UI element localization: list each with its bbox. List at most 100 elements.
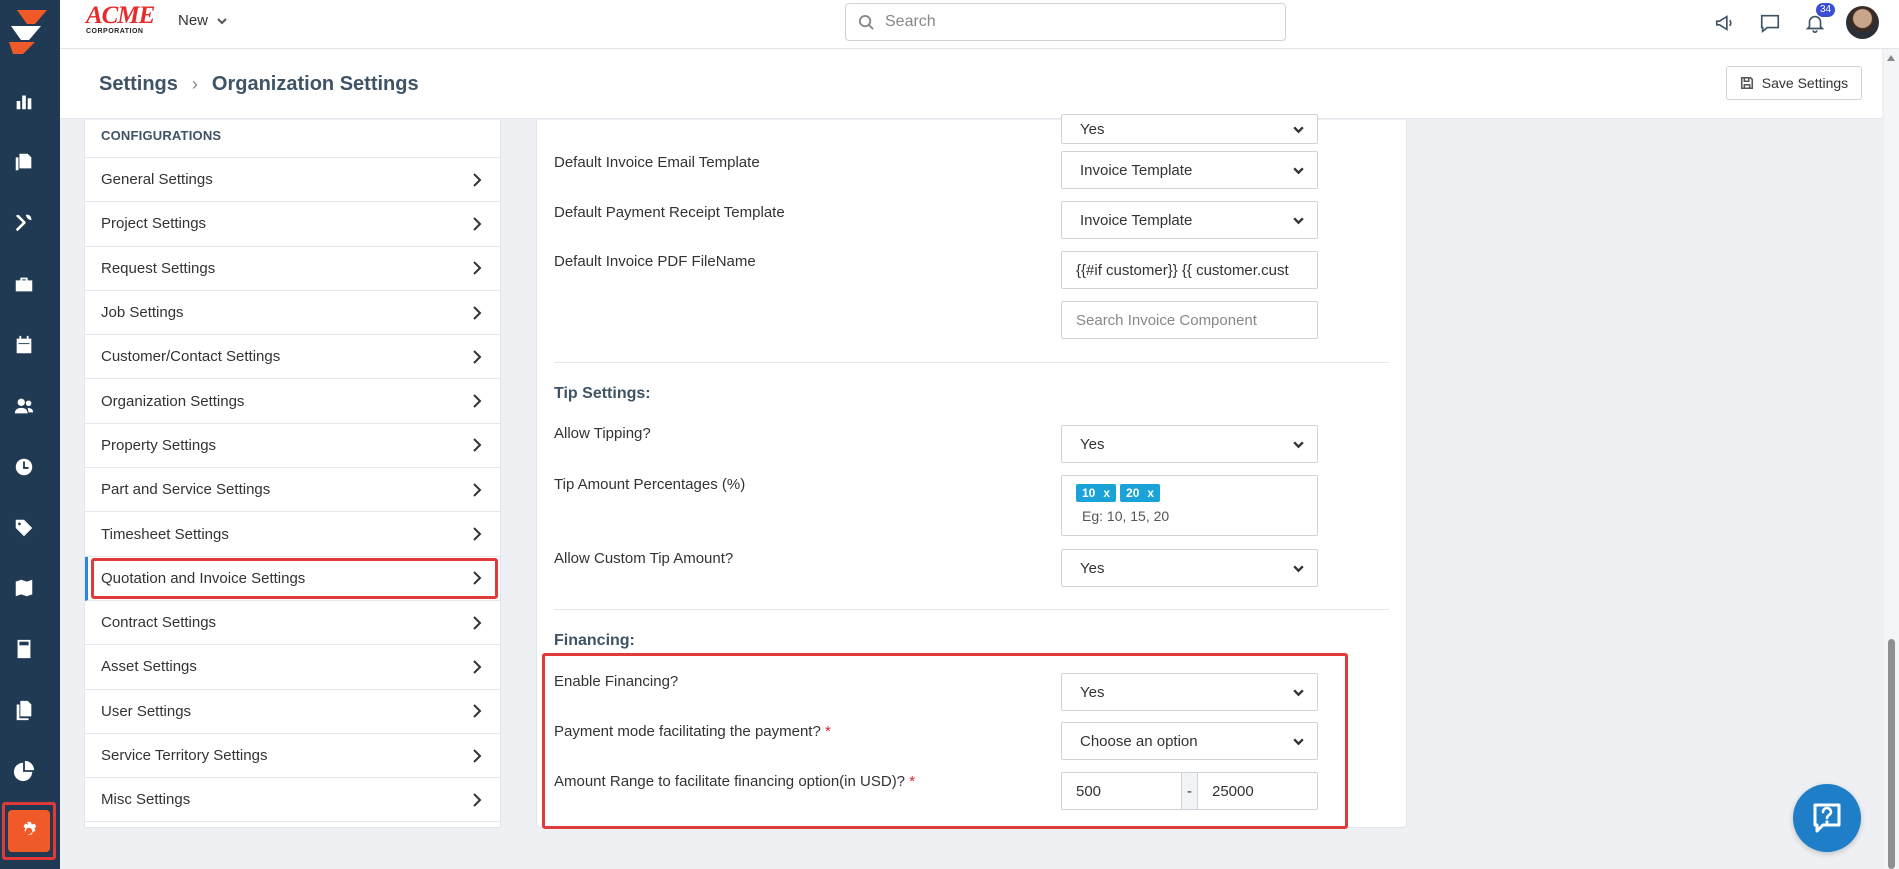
settings-category-label: Contract Settings [101,614,217,632]
partial-setting-select[interactable]: Yes [1061,114,1318,144]
enable-financing-label: Enable Financing? [554,673,679,690]
search-input[interactable] [885,13,1265,31]
reports-icon[interactable] [12,89,36,113]
pie-chart-icon[interactable] [12,759,36,783]
chevron-right-icon [473,350,482,364]
settings-category-item[interactable]: Contract Settings [85,601,500,646]
tip-percentages-input[interactable]: 10 x 20 x Eg: 10, 15, 20 [1061,475,1318,536]
settings-category-item[interactable]: General Settings [85,158,500,203]
save-settings-button[interactable]: Save Settings [1726,66,1862,100]
settings-category-label: Project Settings [101,215,207,233]
chevron-down-icon [1293,216,1304,224]
remove-tag-icon[interactable]: x [1103,486,1110,500]
chevron-right-icon [473,305,482,320]
tag-value: 20 [1126,486,1140,500]
notifications-bell-icon[interactable]: 34 [1802,3,1836,36]
settings-nav-highlight[interactable] [2,802,56,860]
tip-tag: 20 x [1120,484,1161,502]
top-bar: ACME CORPORATION New 34 [60,0,1899,49]
receipt-template-select[interactable]: Invoice Template [1061,201,1318,239]
breadcrumb: Settings › Organization Settings [99,73,419,96]
settings-category-item[interactable]: Timesheet Settings [85,512,500,557]
enable-financing-select[interactable]: Yes [1061,673,1318,711]
settings-category-item[interactable]: Part and Service Settings [85,468,500,513]
range-separator: - [1182,773,1198,809]
breadcrumb-settings-link[interactable]: Settings [99,73,178,96]
settings-category-item[interactable]: Customer/Contact Settings [85,335,500,380]
payment-mode-label: Payment mode facilitating the payment? * [554,723,831,740]
brand-logo[interactable]: ACME CORPORATION [86,2,158,36]
select-value: Yes [1080,683,1105,701]
settings-category-item[interactable]: Project Settings [85,202,500,247]
scroll-up-arrow-icon[interactable] [1887,55,1895,61]
jobs-briefcase-icon[interactable] [12,272,36,296]
new-label: New [178,12,209,29]
settings-category-item[interactable]: User Settings [85,690,500,734]
settings-category-item[interactable]: Misc Settings [85,778,500,823]
chevron-right-icon [473,217,482,231]
settings-category-item[interactable]: Quotation and Invoice Settings [85,556,500,601]
documents-icon[interactable] [12,150,36,174]
select-value: Yes [1080,435,1105,453]
brand-name: ACME [86,2,155,29]
brand-sub: CORPORATION [86,28,144,35]
settings-category-item[interactable]: Request Settings [85,247,500,291]
settings-category-item[interactable]: Service Territory Settings [85,734,500,779]
tag-value: 10 [1082,486,1096,500]
chevron-down-icon [1293,440,1304,448]
pdf-filename-label: Default Invoice PDF FileName [554,253,756,270]
allow-tipping-select[interactable]: Yes [1061,425,1318,463]
payment-mode-label-text: Payment mode facilitating the payment? [554,723,821,740]
payment-mode-select[interactable]: Choose an option [1061,722,1318,760]
section-divider [554,362,1389,363]
pdf-filename-input[interactable]: {{#if customer}} {{ customer.cust [1061,251,1318,289]
files-icon[interactable] [12,698,36,722]
calendar-icon[interactable] [12,333,36,357]
chevron-down-icon [1293,125,1304,133]
settings-category-label: Misc Settings [101,791,191,809]
scrollbar-thumb[interactable] [1888,639,1895,869]
breadcrumb-separator-icon: › [191,74,198,94]
chevron-right-icon [473,394,482,408]
amount-range-label: Amount Range to facilitate financing opt… [554,773,915,790]
page-scrollbar[interactable] [1884,49,1899,869]
chevron-right-icon [473,793,482,807]
financing-title: Financing: [554,632,635,649]
global-search[interactable] [845,3,1286,41]
settings-category-item[interactable]: Job Settings [85,291,500,336]
map-icon[interactable] [12,576,36,600]
tools-icon[interactable] [12,211,36,235]
tag-icon[interactable] [12,516,36,540]
help-chat-button[interactable] [1793,784,1861,852]
user-avatar[interactable] [1846,6,1879,39]
chevron-right-icon [473,438,482,453]
select-value: Yes [1080,120,1105,138]
messages-chat-icon[interactable] [1757,10,1783,36]
remove-tag-icon[interactable]: x [1147,486,1154,500]
receipt-template-label: Default Payment Receipt Template [554,204,785,221]
page-header: Settings › Organization Settings Save Se… [60,49,1882,119]
email-template-select[interactable]: Invoice Template [1061,151,1318,189]
section-divider [554,609,1389,610]
new-button[interactable]: New [178,12,228,29]
settings-category-label: Organization Settings [101,392,245,410]
amount-max-input[interactable]: 25000 [1198,773,1317,809]
chevron-down-icon [217,17,227,24]
clock-icon[interactable] [12,455,36,479]
invoice-component-search[interactable]: Search Invoice Component [1061,301,1318,339]
settings-category-item[interactable]: Asset Settings [85,645,500,690]
settings-category-item[interactable]: Property Settings [85,424,500,469]
app-logo-icon[interactable] [5,6,51,56]
announcements-megaphone-icon[interactable] [1712,10,1738,36]
settings-category-label: Part and Service Settings [101,481,271,499]
custom-tip-label: Allow Custom Tip Amount? [554,550,734,567]
custom-tip-select[interactable]: Yes [1061,549,1318,587]
amount-min-input[interactable]: 500 [1062,773,1182,809]
users-icon[interactable] [12,394,36,418]
save-icon [1740,76,1753,90]
calculator-icon[interactable] [12,637,36,661]
amount-range-label-text: Amount Range to facilitate financing opt… [554,773,906,790]
settings-gear-icon[interactable] [8,810,50,852]
tip-tag: 10 x [1076,484,1117,502]
settings-category-item[interactable]: Organization Settings [85,379,500,424]
